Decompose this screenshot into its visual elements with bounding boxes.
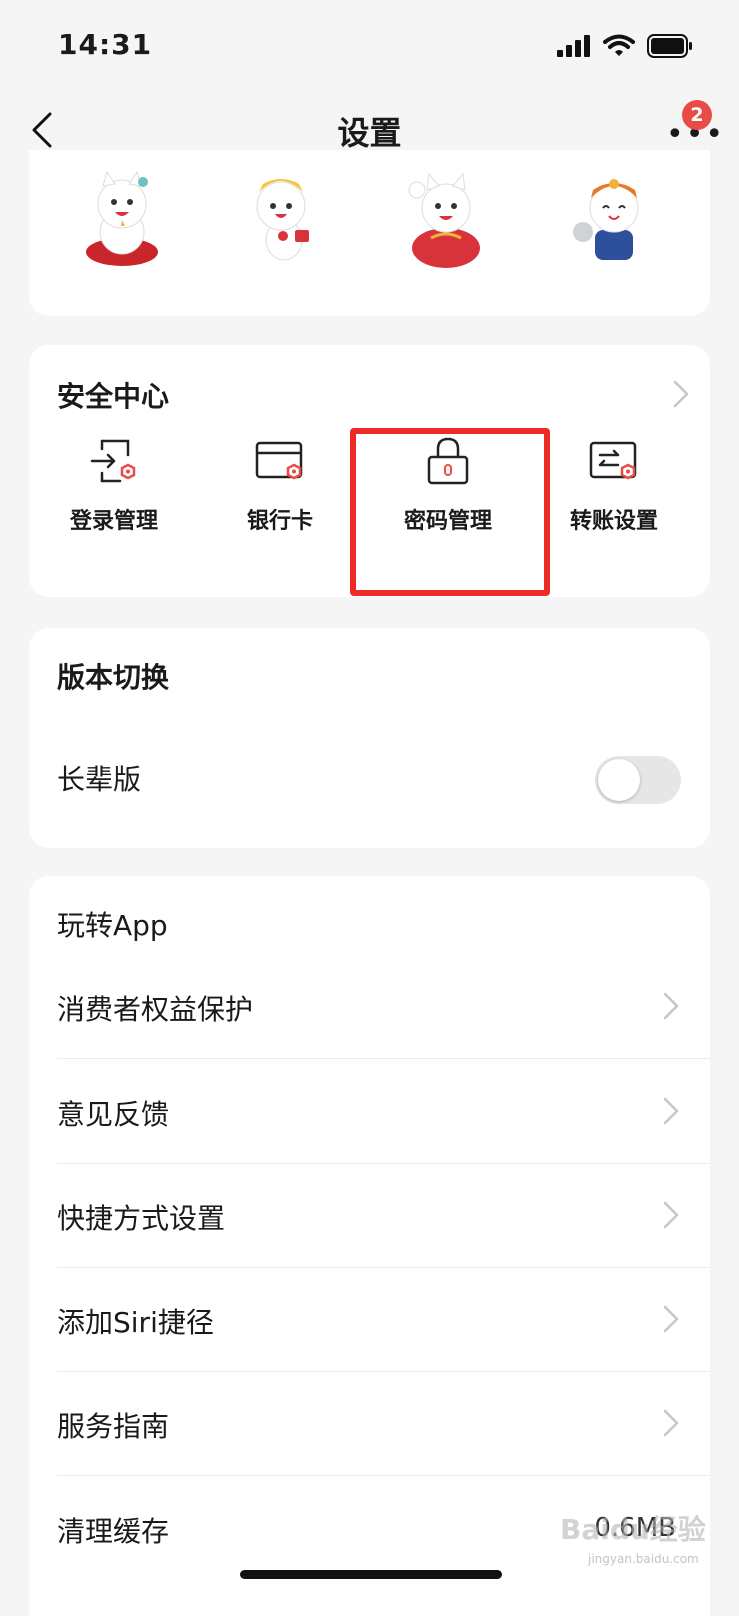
security-center-chevron[interactable] (672, 379, 690, 409)
cat-mascot-4 (569, 170, 659, 270)
mascot-card (29, 150, 710, 316)
cat-mascot-2 (239, 170, 329, 270)
login-manage-item[interactable]: 登录管理 (29, 435, 199, 555)
app-features-card: 玩转App 消费者权益保护 意见反馈 快捷方式设置 添加Siri捷径 服务指南 … (29, 876, 710, 1616)
wifi-icon (603, 34, 635, 56)
cat-mascot-3 (401, 170, 491, 270)
elder-mode-toggle[interactable] (595, 756, 681, 804)
bank-card-label: 银行卡 (246, 509, 313, 534)
chevron-right-icon (662, 1200, 680, 1230)
transfer-settings-icon (589, 441, 637, 480)
status-bar: 14:31 (0, 0, 739, 90)
list-item-label: 服务指南 (57, 1410, 170, 1443)
login-manage-label: 登录管理 (69, 509, 158, 534)
chevron-right-icon (662, 1304, 680, 1334)
version-switch-card: 版本切换 长辈版 (29, 628, 710, 848)
transfer-settings-label: 转账设置 (569, 509, 658, 534)
elder-mode-label: 长辈版 (57, 763, 142, 796)
list-item-label: 意见反馈 (57, 1098, 170, 1131)
list-item-feedback[interactable]: 意见反馈 (29, 1059, 710, 1164)
signal-icon (557, 35, 590, 57)
notification-badge: 2 (682, 100, 712, 130)
status-icons (557, 34, 693, 58)
status-time: 14:31 (58, 28, 153, 61)
more-button[interactable]: ••• 2 (660, 100, 723, 156)
list-item-shortcut-settings[interactable]: 快捷方式设置 (29, 1163, 710, 1268)
chevron-right-icon (673, 380, 689, 408)
login-manage-icon (90, 439, 136, 483)
cat-mascot-1 (77, 170, 167, 270)
chevron-right-icon (662, 1408, 680, 1438)
watermark-url: jingyan.baidu.com (588, 1552, 699, 1566)
bank-card-icon (255, 441, 303, 480)
list-item-service-guide[interactable]: 服务指南 (29, 1371, 710, 1476)
list-item-label: 快捷方式设置 (57, 1202, 226, 1235)
page-title: 设置 (337, 114, 402, 152)
list-item-siri-shortcut[interactable]: 添加Siri捷径 (29, 1267, 710, 1372)
more-dots-icon: ••• (666, 117, 726, 152)
toggle-knob (598, 759, 640, 801)
clear-cache-label: 清理缓存 (57, 1515, 170, 1548)
transfer-settings-item[interactable]: 转账设置 (529, 435, 699, 555)
security-center-title: 安全中心 (57, 380, 170, 413)
battery-icon (647, 34, 692, 58)
list-item-label: 消费者权益保护 (57, 993, 254, 1026)
list-item-consumer-rights[interactable]: 消费者权益保护 (29, 954, 710, 1059)
list-item-label: 添加Siri捷径 (57, 1306, 214, 1339)
home-indicator[interactable] (240, 1570, 502, 1579)
chevron-right-icon (662, 991, 680, 1021)
version-switch-title: 版本切换 (57, 661, 170, 694)
app-features-title: 玩转App (57, 909, 168, 942)
chevron-right-icon (662, 1096, 680, 1126)
watermark: Baidu经验 (560, 1513, 706, 1546)
bank-card-item[interactable]: 银行卡 (195, 435, 365, 555)
highlight-box (350, 428, 550, 596)
